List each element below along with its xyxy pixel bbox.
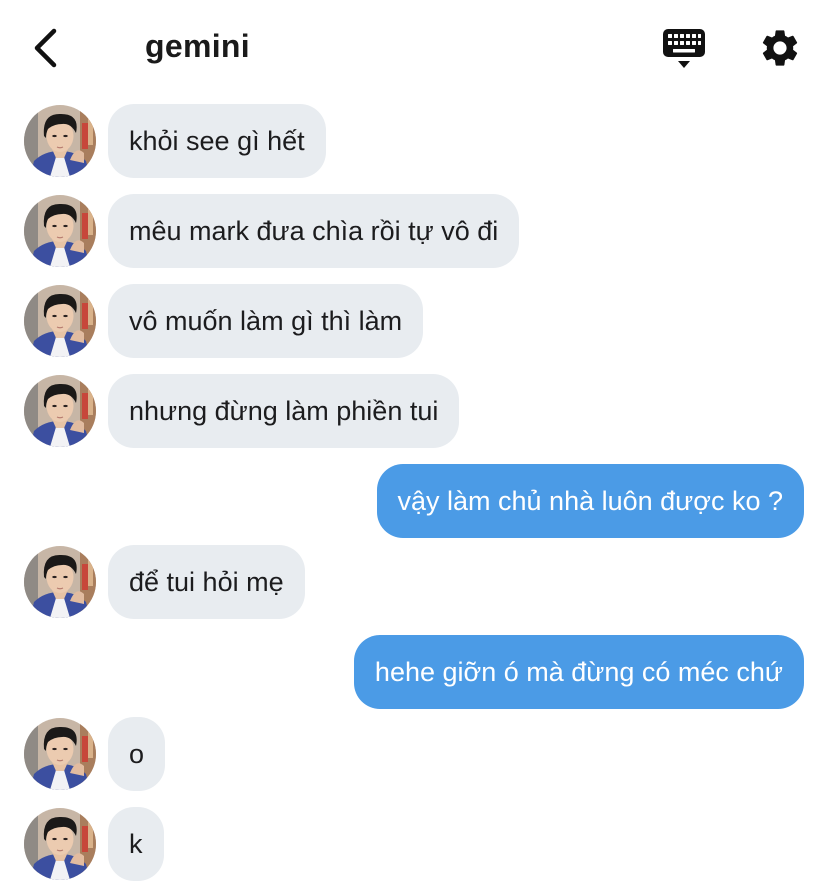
keyboard-button[interactable] — [662, 28, 706, 72]
message-row: vậy làm chủ nhà luôn được ko ? — [0, 464, 828, 538]
avatar[interactable] — [24, 285, 96, 357]
message-row: o — [0, 717, 828, 791]
chevron-left-icon — [34, 28, 57, 68]
settings-button[interactable] — [758, 26, 802, 70]
avatar[interactable] — [24, 375, 96, 447]
avatar[interactable] — [24, 546, 96, 618]
message-row: nhưng đừng làm phiền tui — [0, 374, 828, 448]
incoming-message-bubble[interactable]: mêu mark đưa chìa rồi tự vô đi — [108, 194, 520, 268]
incoming-message-bubble[interactable]: nhưng đừng làm phiền tui — [108, 374, 460, 448]
message-row: vô muốn làm gì thì làm — [0, 284, 828, 358]
chat-header: gemini — [0, 0, 828, 96]
avatar[interactable] — [24, 195, 96, 267]
incoming-message-bubble[interactable]: vô muốn làm gì thì làm — [108, 284, 424, 358]
incoming-message-bubble[interactable]: k — [108, 807, 164, 881]
back-button[interactable] — [28, 26, 64, 70]
message-row: k — [0, 807, 828, 881]
outgoing-message-bubble[interactable]: vậy làm chủ nhà luôn được ko ? — [376, 464, 804, 538]
avatar[interactable] — [24, 808, 96, 880]
avatar[interactable] — [24, 718, 96, 790]
incoming-message-bubble[interactable]: khỏi see gì hết — [108, 104, 326, 178]
keyboard-icon — [663, 29, 705, 68]
incoming-message-bubble[interactable]: o — [108, 717, 166, 791]
avatar[interactable] — [24, 105, 96, 177]
message-row: hehe giỡn ó mà đừng có méc chứ — [0, 635, 828, 709]
chat-title: gemini — [145, 28, 250, 64]
message-row: khỏi see gì hết — [0, 104, 828, 178]
outgoing-message-bubble[interactable]: hehe giỡn ó mà đừng có méc chứ — [353, 635, 804, 709]
incoming-message-bubble[interactable]: để tui hỏi mẹ — [108, 545, 305, 619]
message-row: để tui hỏi mẹ — [0, 545, 828, 619]
message-row: mêu mark đưa chìa rồi tự vô đi — [0, 194, 828, 268]
gear-icon — [762, 30, 798, 66]
